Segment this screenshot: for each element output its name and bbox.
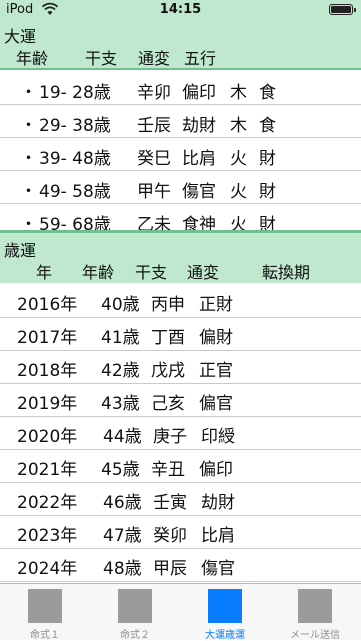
daiun-title: 大運 — [4, 27, 37, 46]
saiun-title: 歳運 — [4, 241, 37, 260]
saiun-col-kanshi: 干支 — [135, 263, 168, 282]
tab-meishiki-2[interactable]: 命式２ — [90, 584, 180, 641]
list-item[interactable]: ・ 39- 48歳 癸巳 比肩 火 財 — [0, 138, 361, 171]
list-item[interactable]: 2017年 41歳 丁酉 偏財 — [0, 316, 361, 351]
daiun-col-tsuhen: 通変 — [138, 49, 171, 68]
list-item[interactable]: 2021年 45歳 辛丑 偏印 — [0, 448, 361, 483]
square-icon — [208, 589, 242, 623]
saiun-col-year: 年 — [36, 263, 53, 282]
list-item[interactable]: 2024年 48歳 甲辰 傷官 — [0, 547, 361, 582]
list-item[interactable]: ・ 29- 38歳 壬辰 劫財 木 食 — [0, 105, 361, 138]
list-item[interactable]: 2016年 40歳 丙申 正財 — [0, 283, 361, 318]
saiun-col-age: 年齢 — [82, 263, 115, 282]
square-icon — [28, 589, 62, 623]
list-item[interactable]: 2019年 43歳 己亥 偏官 — [0, 382, 361, 417]
battery-icon — [329, 4, 356, 15]
clock: 14:15 — [159, 2, 202, 17]
tab-daiun-saiun[interactable]: 大運歳運 — [180, 584, 270, 641]
list-item[interactable]: ・ 19- 28歳 辛卯 偏印 木 食 — [0, 72, 361, 105]
status-bar: iPod 14:15 — [0, 0, 361, 20]
daiun-header: 大運 年齢 干支 通変 五行 — [0, 20, 361, 68]
list-item[interactable]: ・ 59- 68歳 乙未 食神 火 財 — [0, 204, 361, 230]
list-item[interactable]: 2020年 44歳 庚子 印綬 — [0, 415, 361, 450]
saiun-header: 歳運 年 年齢 干支 通変 転換期 — [0, 233, 361, 283]
daiun-col-age: 年齢 — [16, 49, 49, 68]
tab-meishiki-1[interactable]: 命式１ — [0, 584, 90, 641]
square-icon — [118, 589, 152, 623]
daiun-col-gogyo: 五行 — [184, 49, 217, 68]
list-item[interactable]: ・ 49- 58歳 甲午 傷官 火 財 — [0, 171, 361, 204]
tab-bar: 命式１ 命式２ 大運歳運 メール送信 — [0, 583, 361, 641]
list-item[interactable]: 2018年 42歳 戊戌 正官 — [0, 349, 361, 384]
daiun-col-kanshi: 干支 — [85, 49, 118, 68]
saiun-col-tenkanki: 転換期 — [262, 263, 311, 282]
square-icon — [298, 589, 332, 623]
tab-mail-send[interactable]: メール送信 — [270, 584, 360, 641]
list-item[interactable]: 2022年 46歳 壬寅 劫財 — [0, 481, 361, 516]
saiun-list[interactable]: 2016年 40歳 丙申 正財 2017年 41歳 丁酉 偏財 2018年 42… — [0, 283, 361, 583]
daiun-list[interactable]: ・ 19- 28歳 辛卯 偏印 木 食 ・ 29- 38歳 壬辰 劫財 木 食 … — [0, 70, 361, 230]
saiun-col-tsuhen: 通変 — [187, 263, 220, 282]
list-item[interactable]: 2023年 47歳 癸卯 比肩 — [0, 514, 361, 549]
